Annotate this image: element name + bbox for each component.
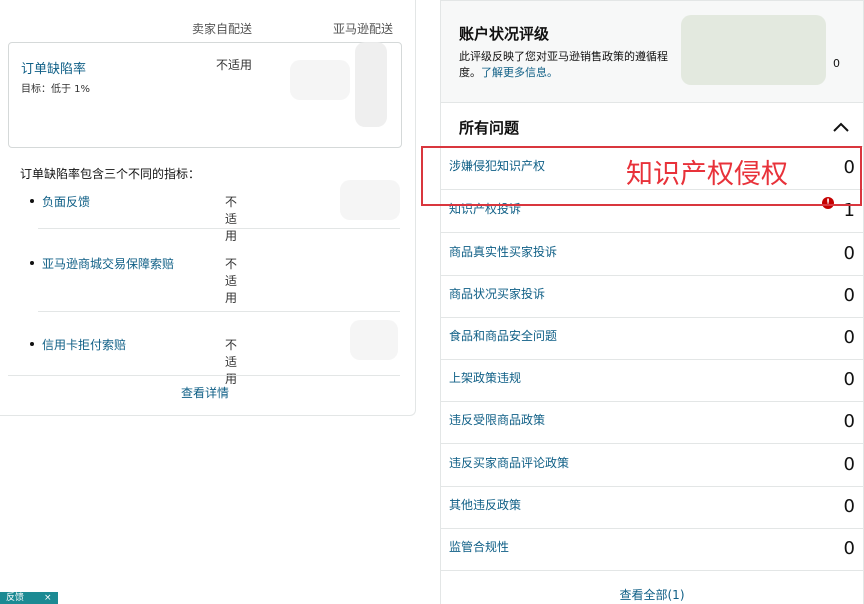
issue-row: 商品状况买家投诉 0	[441, 275, 863, 318]
issue-link[interactable]: 上架政策违规	[449, 369, 521, 386]
metric-negative-feedback-value: 不适用	[225, 195, 238, 243]
order-defect-rate-link[interactable]: 订单缺陷率	[21, 58, 86, 77]
redacted-area	[681, 15, 826, 85]
issue-count: 0	[843, 496, 855, 517]
issue-link[interactable]: 其他违反政策	[449, 496, 521, 513]
chevron-up-icon[interactable]	[831, 119, 851, 135]
column-header-seller-fulfilled: 卖家自配送	[192, 22, 253, 36]
issue-row: 食品和商品安全问题 0	[441, 317, 863, 360]
annotation-label: 知识产权侵权	[626, 159, 788, 190]
bullet-icon	[30, 199, 34, 203]
metric-a-to-z-claims-value: 不适用	[225, 257, 238, 305]
feedback-button[interactable]: 反馈 ×	[0, 592, 58, 604]
issue-count: 0	[843, 411, 855, 432]
metric-chargeback-claims-link[interactable]: 信用卡拒付索赔	[42, 336, 182, 354]
redacted-area	[350, 320, 398, 360]
account-health-rating-value: 0	[833, 57, 840, 70]
account-health-rating-title: 账户状况评级	[459, 25, 550, 43]
issue-row: 违反受限商品政策 0	[441, 401, 863, 444]
issue-row: 其他违反政策 0	[441, 486, 863, 529]
account-health-rating-description: 此评级反映了您对亚马逊销售政策的遵循程度。了解更多信息。	[459, 49, 689, 81]
order-defect-rate-target: 目标：低于 1%	[21, 84, 91, 95]
order-defect-intro-text: 订单缺陷率包含三个不同的指标：	[20, 167, 201, 181]
issue-row: 上架政策违规 0	[441, 359, 863, 402]
issue-count: 0	[843, 327, 855, 348]
feedback-label: 反馈	[6, 593, 25, 603]
issue-row: 违反买家商品评论政策 0	[441, 444, 863, 487]
bullet-icon	[30, 261, 34, 265]
issue-count: 0	[843, 454, 855, 475]
issue-link[interactable]: 监管合规性	[449, 538, 509, 555]
metric-a-to-z-claims-link[interactable]: 亚马逊商城交易保障索赔	[42, 255, 182, 273]
redacted-area	[290, 60, 350, 100]
bullet-icon	[30, 342, 34, 346]
account-health-panel: 账户状况评级 此评级反映了您对亚马逊销售政策的遵循程度。了解更多信息。 0 所有…	[440, 0, 864, 604]
divider	[38, 228, 400, 229]
column-header-amazon-fulfilled: 亚马逊配送	[333, 22, 394, 36]
issue-link[interactable]: 违反买家商品评论政策	[449, 454, 569, 471]
divider	[38, 311, 400, 312]
issue-link[interactable]: 违反受限商品政策	[449, 411, 545, 428]
issue-count: 0	[843, 243, 855, 264]
issue-row: 监管合规性 0	[441, 528, 863, 571]
account-health-rating-card: 账户状况评级 此评级反映了您对亚马逊销售政策的遵循程度。了解更多信息。 0	[440, 0, 864, 103]
issue-link[interactable]: 商品真实性买家投诉	[449, 243, 557, 260]
issue-link[interactable]: 食品和商品安全问题	[449, 327, 557, 344]
metric-chargeback-claims-value: 不适用	[225, 338, 238, 386]
learn-more-link[interactable]: 了解更多信息。	[481, 66, 558, 79]
issue-count: 0	[843, 285, 855, 306]
view-details-link[interactable]: 查看详情	[0, 384, 410, 401]
all-issues-title: 所有问题	[459, 119, 520, 137]
close-icon[interactable]: ×	[44, 592, 52, 604]
issue-row: 商品真实性买家投诉 0	[441, 233, 863, 276]
issue-count: 0	[843, 369, 855, 390]
divider	[8, 375, 400, 376]
order-defect-rate-value: 不适用	[216, 58, 253, 72]
metric-negative-feedback-link[interactable]: 负面反馈	[42, 193, 182, 211]
issue-link[interactable]: 商品状况买家投诉	[449, 285, 545, 302]
redacted-area	[340, 180, 400, 220]
issue-count: 0	[843, 538, 855, 559]
view-all-link[interactable]: 查看全部(1)	[440, 586, 864, 603]
redacted-area	[355, 42, 387, 127]
